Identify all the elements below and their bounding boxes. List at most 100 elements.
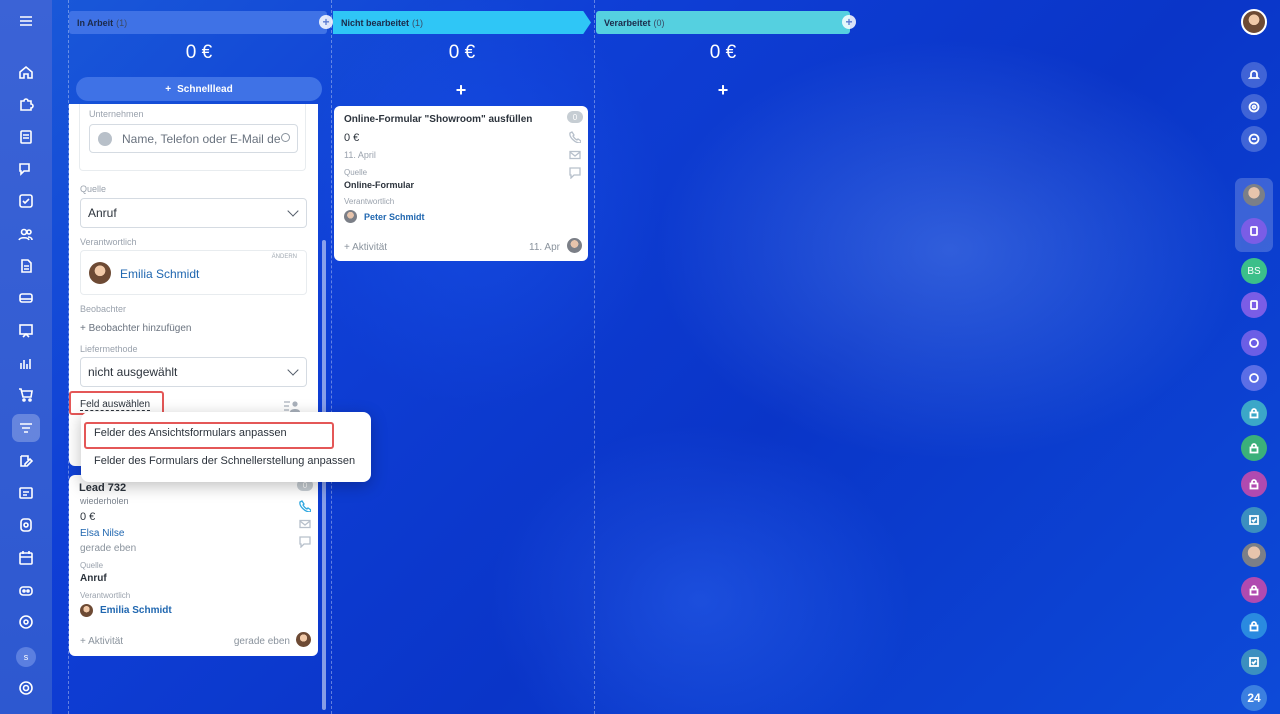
change-responsible-link[interactable]: ÄNDERN (272, 254, 297, 260)
plus-icon: + (165, 83, 172, 95)
responsible-label: Verantwortlich (80, 237, 137, 247)
mail-icon[interactable] (299, 518, 311, 530)
user-settings-icon[interactable] (283, 399, 301, 412)
right-sidebar: BS 24 (1228, 0, 1280, 714)
column-header-nicht-bearbeitet[interactable]: Nicht bearbeitet (1) (333, 11, 591, 34)
column-count: (1) (116, 17, 128, 28)
source-value: Anruf (88, 206, 117, 220)
task-check-icon[interactable] (1241, 507, 1267, 533)
menu-item-quick-create-fields[interactable]: Felder des Formulars der Schnellerstellu… (94, 455, 355, 467)
lock-icon[interactable] (1241, 577, 1267, 603)
user-avatar[interactable] (1241, 9, 1267, 35)
delivery-value: nicht ausgewählt (88, 365, 178, 379)
chevron-down-icon (287, 205, 299, 217)
lock-icon[interactable] (1241, 400, 1267, 426)
crm-filter-icon[interactable] (12, 414, 40, 442)
add-stage-icon[interactable]: + (319, 15, 333, 29)
add-activity-link[interactable]: + Aktivität (80, 636, 123, 647)
add-lead-button[interactable]: + (332, 80, 590, 101)
column-title: Verarbeitet (604, 17, 651, 28)
responsible-name[interactable]: Emilia Schmidt (120, 267, 199, 281)
add-stage-icon[interactable]: + (842, 15, 856, 29)
openline-icon[interactable] (1241, 330, 1267, 356)
lead-card[interactable]: Lead 732 0 wiederholen 0 € Elsa Nilse ge… (69, 475, 318, 656)
column-count: (1) (412, 17, 424, 28)
phone-icon[interactable] (569, 131, 581, 143)
cart-icon[interactable] (12, 381, 40, 409)
lock-icon[interactable] (1241, 471, 1267, 497)
avatar (89, 262, 111, 284)
settings-icon[interactable] (12, 674, 40, 702)
search-icon[interactable] (281, 133, 290, 142)
add-observers-link[interactable]: + Beobachter hinzufügen (80, 323, 191, 334)
contact-name[interactable]: Elsa Nilse (80, 528, 124, 539)
chat-icon[interactable] (12, 155, 40, 183)
column-divider (331, 0, 332, 714)
document-icon[interactable] (12, 123, 40, 151)
lead-date: 11. April (344, 150, 376, 160)
chevron-down-icon (287, 364, 299, 376)
sites-icon[interactable] (12, 479, 40, 507)
mail-icon[interactable] (569, 149, 581, 161)
lock-icon[interactable] (1241, 435, 1267, 461)
column-header-in-arbeit[interactable]: In Arbeit (1) + (69, 11, 333, 34)
lead-title[interactable]: Lead 732 (79, 482, 126, 494)
pin-icon[interactable] (12, 511, 40, 539)
avatar (80, 604, 93, 617)
lead-card[interactable]: Online-Formular "Showroom" ausfüllen 0 0… (334, 106, 588, 261)
delivery-select[interactable]: nicht ausgewählt (80, 357, 307, 387)
lead-title[interactable]: Online-Formular "Showroom" ausfüllen (344, 114, 532, 125)
comment-icon[interactable] (299, 536, 311, 548)
robot-icon[interactable] (12, 576, 40, 604)
phone-icon[interactable] (299, 500, 311, 512)
column-divider (594, 0, 595, 714)
lead-amount: 0 € (344, 132, 360, 144)
add-activity-link[interactable]: + Aktivität (344, 242, 387, 253)
company-label: Unternehmen (89, 109, 144, 119)
lead-time: gerade eben (80, 543, 137, 554)
tasks-icon[interactable] (12, 187, 40, 215)
hamburger-icon[interactable] (12, 7, 40, 35)
board-icon[interactable] (12, 317, 40, 345)
highlight-view-form-fields (84, 422, 334, 449)
company-search-input[interactable]: Name, Telefon oder E-Mail de (89, 124, 298, 153)
chat-avatar-icon[interactable] (1241, 292, 1267, 318)
file-icon[interactable] (12, 252, 40, 280)
left-sidebar: s (0, 0, 52, 714)
target-icon[interactable] (12, 608, 40, 636)
edit-icon[interactable] (12, 447, 40, 475)
contacts-icon[interactable] (12, 220, 40, 248)
footer-date: 11. Apr (529, 242, 560, 253)
inbox-icon[interactable] (12, 284, 40, 312)
chat-avatar-icon[interactable] (1241, 218, 1267, 244)
responsible-label: Verantwortlich (344, 197, 395, 206)
column-header-verarbeitet[interactable]: Verarbeitet (0) + (596, 11, 856, 34)
chart-icon[interactable] (12, 349, 40, 377)
add-lead-button[interactable]: + (595, 80, 851, 101)
openline-icon[interactable] (1241, 365, 1267, 391)
task-check-icon[interactable] (1241, 649, 1267, 675)
user-avatar-small[interactable]: s (16, 647, 36, 667)
puzzle-icon[interactable] (12, 90, 40, 118)
calendar-icon[interactable] (12, 544, 40, 572)
responsible-name[interactable]: Emilia Schmidt (100, 605, 172, 616)
source-select[interactable]: Anruf (80, 198, 307, 228)
bell-icon[interactable] (1241, 62, 1267, 88)
comment-icon[interactable] (569, 167, 581, 179)
column-title: In Arbeit (77, 17, 114, 28)
source-value: Anruf (80, 573, 107, 584)
contact-avatar[interactable] (1243, 184, 1265, 206)
contact-avatar[interactable] (1242, 543, 1266, 567)
lock-icon[interactable] (1241, 613, 1267, 639)
responsible-label: Verantwortlich (80, 591, 131, 600)
quick-lead-button[interactable]: + Schnelllead (76, 77, 322, 101)
search-chat-icon[interactable] (1241, 126, 1267, 152)
activity-counter: 0 (567, 111, 583, 123)
target-icon[interactable] (1241, 94, 1267, 120)
responsible-name[interactable]: Peter Schmidt (364, 212, 425, 222)
home-icon[interactable] (12, 58, 40, 86)
bitrix24-logo[interactable]: 24 (1241, 685, 1267, 711)
column-title: Nicht bearbeitet (341, 17, 410, 28)
contact-initials[interactable]: BS (1241, 258, 1267, 284)
column-count: (0) (653, 17, 665, 28)
